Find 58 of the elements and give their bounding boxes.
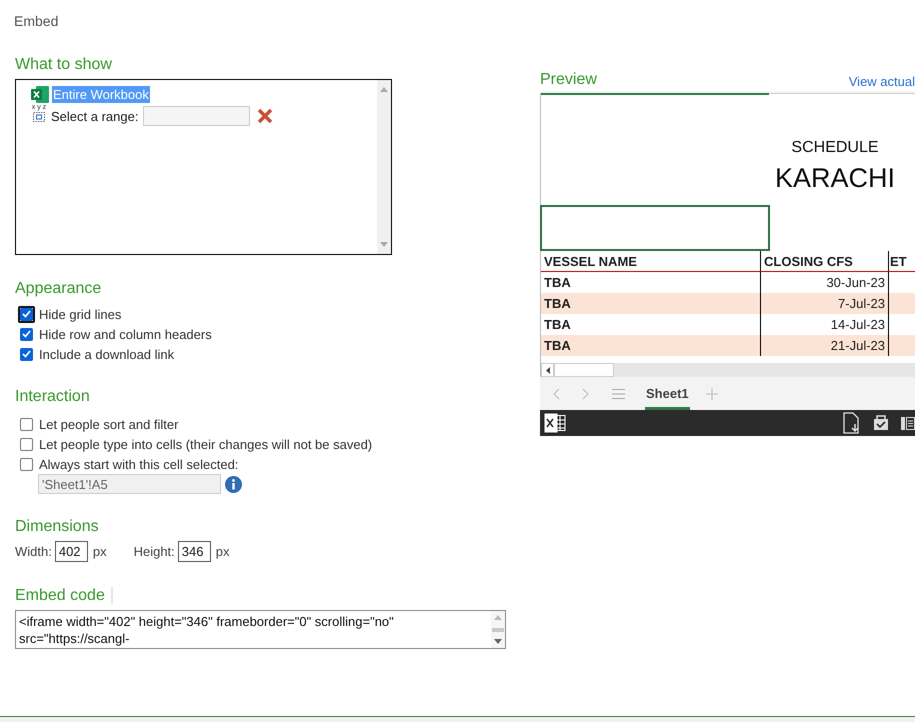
check-icon: [22, 310, 31, 318]
scroll-down-icon[interactable]: [494, 639, 502, 644]
view-actual-link[interactable]: View actual: [848, 74, 915, 89]
section-heading: Embed code: [15, 586, 105, 605]
document-download-icon[interactable]: [843, 412, 861, 434]
table-cell: 21-Jul-23: [761, 335, 889, 356]
width-label: Width:: [15, 544, 52, 559]
checkbox[interactable]: [18, 326, 35, 342]
checkbox-label: Let people type into cells (their changes will not be saved): [39, 436, 372, 452]
section-heading: Interaction: [15, 387, 90, 406]
scroll-left-button[interactable]: [541, 363, 554, 378]
checkbox[interactable]: [18, 436, 35, 452]
table-cell: TBA: [541, 293, 761, 314]
unit-label: px: [216, 544, 230, 559]
section-heading: Preview: [540, 70, 597, 89]
checkbox[interactable]: [18, 346, 35, 362]
column-header: ET: [889, 252, 908, 270]
checkbox-label: Include a download link: [39, 346, 174, 362]
check-icon: [22, 350, 31, 358]
embed-code-field[interactable]: <iframe width="402" height="346" frameborder="0" scrolling="no" src="https://scangl-: [15, 610, 506, 649]
column-header: CLOSING CFS: [761, 251, 889, 271]
info-icon[interactable]: [225, 476, 242, 492]
section-heading: Dimensions: [15, 517, 99, 536]
checkbox-label: Hide row and column headers: [39, 326, 212, 342]
sheet-title: KARACHI: [774, 163, 896, 194]
scrollbar-thumb[interactable]: [554, 363, 614, 378]
cell-input-field[interactable]: 'Sheet1'!A5: [38, 474, 221, 494]
panel-icon[interactable]: [901, 416, 915, 430]
dialog-title: Embed: [14, 13, 58, 29]
column-header: VESSEL NAME: [541, 251, 761, 271]
checkbox[interactable]: [18, 306, 35, 322]
range-input-field[interactable]: [143, 106, 250, 126]
checkbox-label: Always start with this cell selected:: [39, 456, 238, 472]
table-cell: 7-Jul-23: [761, 293, 889, 314]
table-cell: TBA: [541, 335, 761, 356]
check-icon: [22, 330, 31, 338]
checkbox-label: Hide grid lines: [39, 306, 122, 322]
height-input-field[interactable]: 346: [178, 541, 211, 562]
range-icon: [33, 112, 45, 122]
width-input-field[interactable]: 402: [54, 541, 88, 562]
checkbox-label: Let people sort and filter: [39, 416, 178, 432]
scrollbar-thumb[interactable]: [492, 628, 504, 632]
section-heading: What to show: [15, 55, 112, 74]
table-cell: [889, 293, 915, 314]
section-heading: Appearance: [15, 279, 102, 298]
list-item[interactable]: Select a range:: [50, 108, 140, 124]
checkbox[interactable]: [18, 456, 35, 472]
clipboard-check-icon[interactable]: [873, 415, 889, 432]
selected-cell[interactable]: [540, 205, 770, 251]
sheet-subtitle: SCHEDULE: [791, 139, 879, 157]
spreadsheet-icon: [31, 86, 49, 102]
height-label: Height:: [134, 544, 175, 559]
checkbox[interactable]: [18, 416, 35, 432]
close-icon[interactable]: [257, 108, 274, 124]
spreadsheet-icon[interactable]: [544, 413, 566, 434]
scroll-left-icon: [546, 366, 550, 374]
unit-label: px: [92, 544, 107, 559]
table-cell: [889, 335, 915, 356]
